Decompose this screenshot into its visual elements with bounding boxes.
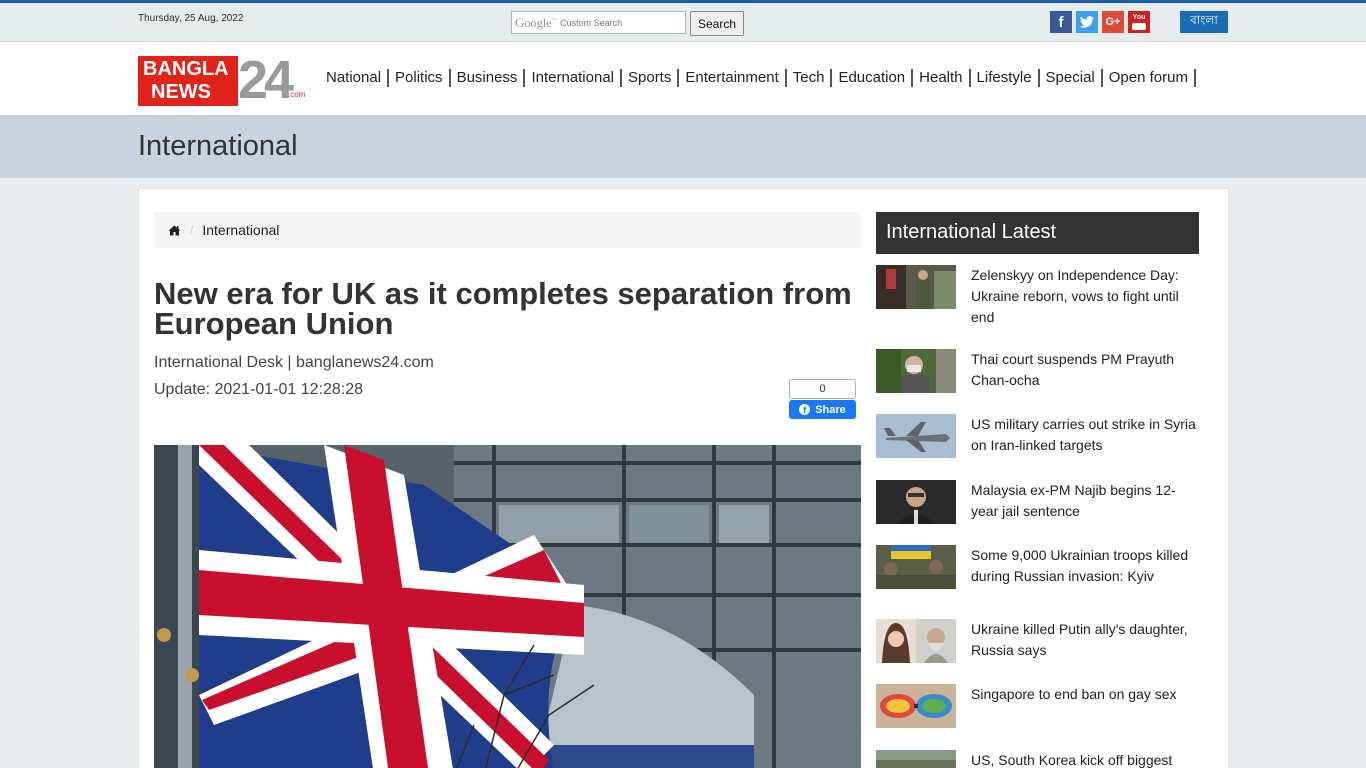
news-title: Some 9,000 Ukrainian troops killed durin… xyxy=(971,547,1189,584)
news-thumbnail xyxy=(876,414,956,458)
news-thumbnail xyxy=(876,265,956,309)
news-thumbnail xyxy=(876,480,956,524)
nav-item-international[interactable]: International xyxy=(525,69,622,87)
section-band: International xyxy=(0,115,1366,178)
breadcrumb-current[interactable]: International xyxy=(202,222,279,238)
nav-item-entertainment[interactable]: Entertainment xyxy=(679,69,787,87)
news-thumbnail xyxy=(876,545,956,589)
main-nav: National Politics Business International… xyxy=(320,69,1196,87)
facebook-icon[interactable]: f xyxy=(1050,11,1072,33)
top-utility-bar: Thursday, 25 Aug, 2022 Google™ Custom Se… xyxy=(0,0,1366,42)
news-thumbnail xyxy=(876,684,956,728)
facebook-share-widget: 0 f Share xyxy=(789,379,856,419)
nav-item-special[interactable]: Special xyxy=(1040,69,1103,87)
news-title: Singapore to end ban on gay sex xyxy=(971,686,1177,702)
search-input[interactable]: Google™ Custom Search xyxy=(511,11,686,34)
news-title: US military carries out strike in Syria … xyxy=(971,416,1196,453)
nav-item-education[interactable]: Education xyxy=(832,69,914,87)
facebook-icon: f xyxy=(799,404,811,415)
news-title: Malaysia ex-PM Najib begins 12-year jail… xyxy=(971,482,1176,519)
share-count: 0 xyxy=(789,379,856,399)
article-byline: International Desk | banglanews24.com xyxy=(154,354,434,371)
google-plus-icon[interactable]: G+ xyxy=(1102,11,1124,33)
nav-item-business[interactable]: Business xyxy=(451,69,526,87)
section-title: International xyxy=(138,130,298,162)
news-title: Zelenskyy on Independence Day: Ukraine r… xyxy=(971,267,1179,325)
search-placeholder: Custom Search xyxy=(560,17,623,28)
content-panel: / International New era for UK as it com… xyxy=(138,188,1229,768)
nav-item-tech[interactable]: Tech xyxy=(787,69,833,87)
logo-suffix: .com xyxy=(288,90,306,99)
logo-number: 24 xyxy=(238,50,294,110)
twitter-icon[interactable] xyxy=(1076,11,1098,33)
news-thumbnail xyxy=(876,619,956,663)
news-title: Thai court suspends PM Prayuth Chan-ocha xyxy=(971,351,1175,388)
site-header: BANGLA NEWS 24 .com National Politics Bu… xyxy=(0,42,1366,115)
article-update-time: Update: 2021-01-01 12:28:28 xyxy=(154,381,364,398)
home-icon[interactable] xyxy=(168,225,181,236)
news-title: Ukraine killed Putin ally's daughter, Ru… xyxy=(971,621,1188,658)
sidebar-title: International Latest xyxy=(876,212,1199,254)
facebook-share-button[interactable]: f Share xyxy=(789,400,856,419)
google-logo: Google™ xyxy=(515,14,557,30)
bangla-language-button[interactable]: বাংলা xyxy=(1180,11,1228,33)
nav-item-politics[interactable]: Politics xyxy=(389,69,451,87)
news-thumbnail xyxy=(876,750,956,768)
nav-item-lifestyle[interactable]: Lifestyle xyxy=(971,69,1040,87)
article-image xyxy=(154,445,861,768)
breadcrumb: / International xyxy=(154,212,861,248)
logo-text: BANGLA NEWS xyxy=(138,56,238,106)
nav-item-sports[interactable]: Sports xyxy=(622,69,680,87)
news-title: US, South Korea kick off biggest xyxy=(971,752,1173,768)
nav-item-open-forum[interactable]: Open forum xyxy=(1103,69,1196,87)
article-headline: New era for UK as it completes separatio… xyxy=(154,276,852,341)
search-button[interactable]: Search xyxy=(690,11,744,36)
nav-item-health[interactable]: Health xyxy=(913,69,971,87)
nav-item-national[interactable]: National xyxy=(320,69,390,87)
site-logo[interactable]: BANGLA NEWS 24 .com xyxy=(138,52,306,108)
breadcrumb-separator: / xyxy=(190,223,194,237)
news-thumbnail xyxy=(876,349,956,393)
current-date: Thursday, 25 Aug, 2022 xyxy=(138,13,244,24)
youtube-icon[interactable]: You xyxy=(1128,11,1150,33)
